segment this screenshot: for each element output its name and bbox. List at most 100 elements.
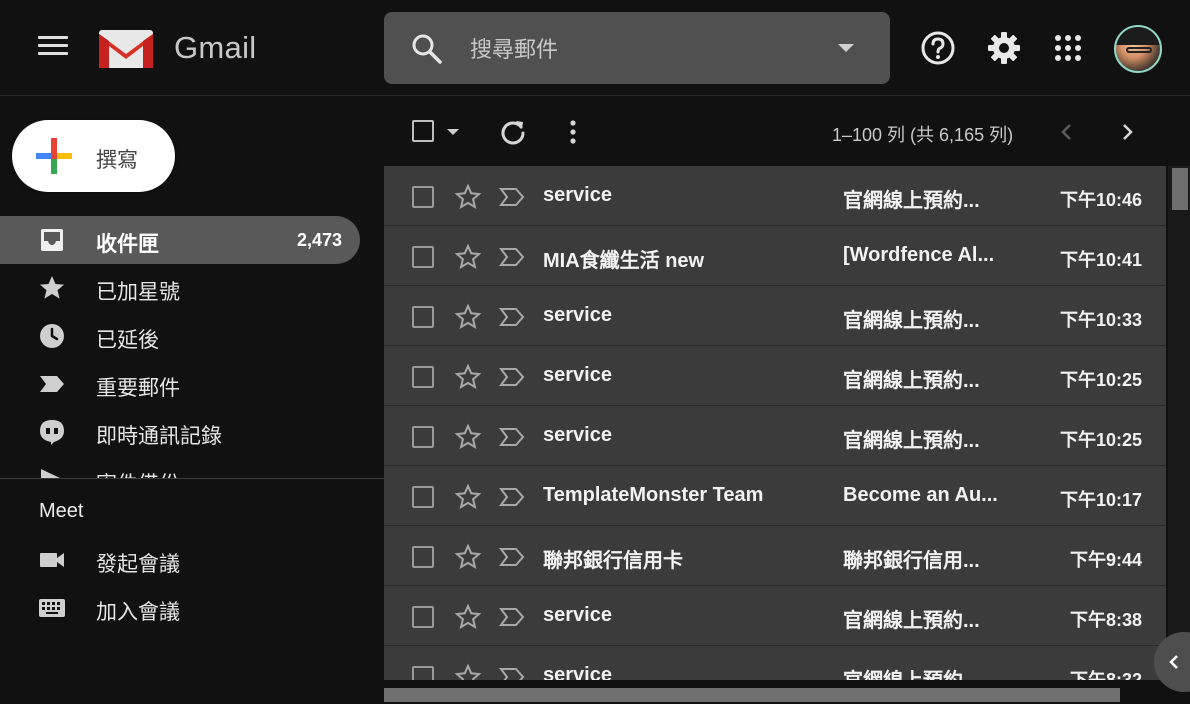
email-subject: 官網線上預約...: [843, 430, 980, 452]
apps-grid-icon[interactable]: [1050, 30, 1086, 66]
star-outline-icon[interactable]: [454, 483, 482, 511]
email-subject: [Wordfence Al...: [843, 244, 995, 266]
importance-marker-icon[interactable]: [499, 186, 525, 208]
email-time: 下午10:25: [1059, 370, 1142, 390]
sidebar-item-chats[interactable]: 即時通訊記錄: [0, 408, 360, 456]
sidebar-item-important[interactable]: 重要郵件: [0, 360, 360, 408]
email-row[interactable]: service 官網線上預約... 下午8:38: [384, 586, 1166, 646]
select-all-checkbox[interactable]: [412, 120, 434, 142]
row-checkbox[interactable]: [412, 666, 434, 680]
help-icon[interactable]: [920, 30, 956, 66]
email-row[interactable]: service 官網線上預約... 下午8:32: [384, 646, 1166, 680]
email-sender: MIA食纖生活 new: [543, 250, 705, 272]
search-input[interactable]: [470, 33, 810, 67]
compose-label: 撰寫: [96, 149, 138, 172]
row-checkbox[interactable]: [412, 246, 434, 268]
email-time: 下午8:38: [1069, 610, 1142, 630]
meet-item-new-meeting[interactable]: 發起會議: [0, 536, 360, 584]
sidebar-item-snoozed[interactable]: 已延後: [0, 312, 360, 360]
star-outline-icon[interactable]: [454, 663, 482, 680]
email-time: 下午9:44: [1069, 550, 1142, 570]
account-avatar[interactable]: [1114, 25, 1162, 73]
search-icon[interactable]: [410, 32, 444, 66]
star-outline-icon[interactable]: [454, 603, 482, 631]
sidebar-item-label: 收件匣: [96, 233, 159, 256]
row-checkbox[interactable]: [412, 366, 434, 388]
importance-marker-icon[interactable]: [499, 246, 525, 268]
vertical-scrollbar[interactable]: [1168, 166, 1190, 680]
sidebar-item-label: 已加星號: [96, 281, 180, 304]
star-outline-icon[interactable]: [454, 543, 482, 571]
importance-marker-icon[interactable]: [499, 306, 525, 328]
row-checkbox[interactable]: [412, 606, 434, 628]
meet-item-join-meeting[interactable]: 加入會議: [0, 584, 360, 632]
select-options-chevron-down-icon[interactable]: [447, 129, 459, 135]
main-menu-icon[interactable]: [38, 36, 70, 60]
row-checkbox[interactable]: [412, 546, 434, 568]
star-outline-icon[interactable]: [454, 183, 482, 211]
email-time: 下午10:46: [1059, 190, 1142, 210]
star-outline-icon[interactable]: [454, 423, 482, 451]
horizontal-scrollbar-thumb[interactable]: [384, 688, 1120, 702]
email-row[interactable]: 聯邦銀行信用卡 聯邦銀行信用... 下午9:44: [384, 526, 1166, 586]
email-time: 下午10:41: [1059, 250, 1142, 270]
email-time: 下午8:32: [1069, 670, 1142, 680]
sidebar-nav: 收件匣 2,473 已加星號 已延後 重要郵件 即時通訊記錄: [0, 216, 384, 478]
row-checkbox[interactable]: [412, 186, 434, 208]
importance-marker-icon[interactable]: [499, 486, 525, 508]
email-sender: service: [543, 304, 612, 326]
compose-button[interactable]: 撰寫: [12, 120, 175, 192]
star-outline-icon[interactable]: [454, 303, 482, 331]
email-row[interactable]: MIA食纖生活 new [Wordfence Al... 下午10:41: [384, 226, 1166, 286]
star-icon: [40, 276, 64, 299]
more-options-icon[interactable]: [559, 118, 587, 146]
clock-icon: [40, 324, 64, 348]
email-row[interactable]: service 官網線上預約... 下午10:25: [384, 346, 1166, 406]
email-sender: service: [543, 424, 612, 446]
gmail-app: Gmail 搜尋郵件 撰寫 收件匣 2,473 已加星號 已延後 重要郵件 即時…: [0, 0, 1190, 704]
email-subject: 官網線上預約...: [843, 190, 980, 212]
sidebar-item-starred[interactable]: 已加星號: [0, 264, 360, 312]
email-subject: 聯邦銀行信用...: [843, 550, 980, 572]
video-camera-icon: [40, 553, 64, 567]
sidebar-item-sent[interactable]: 寄件備份: [0, 456, 360, 478]
older-chevron-right-icon[interactable]: [1113, 118, 1141, 146]
email-row[interactable]: service 官網線上預約... 下午10:25: [384, 406, 1166, 466]
importance-marker-icon[interactable]: [499, 606, 525, 628]
important-icon: [40, 376, 64, 392]
email-sender: service: [543, 364, 612, 386]
importance-marker-icon[interactable]: [499, 546, 525, 568]
chat-icon: [40, 420, 64, 445]
search-options-chevron-down-icon[interactable]: [838, 44, 854, 52]
row-checkbox[interactable]: [412, 426, 434, 448]
newer-chevron-left-icon[interactable]: [1053, 118, 1081, 146]
importance-marker-icon[interactable]: [499, 666, 525, 680]
email-sender: service: [543, 184, 612, 206]
inbox-icon: [41, 229, 63, 251]
gmail-brand-text: Gmail: [174, 30, 257, 65]
email-row[interactable]: service 官網線上預約... 下午10:33: [384, 286, 1166, 346]
email-row[interactable]: service 官網線上預約... 下午10:46: [384, 166, 1166, 226]
row-checkbox[interactable]: [412, 486, 434, 508]
sidebar-divider: [0, 478, 384, 479]
star-outline-icon[interactable]: [454, 363, 482, 391]
importance-marker-icon[interactable]: [499, 366, 525, 388]
refresh-icon[interactable]: [499, 118, 527, 146]
email-sender: TemplateMonster Team: [543, 484, 764, 506]
gmail-logo-icon[interactable]: [97, 26, 155, 70]
importance-marker-icon[interactable]: [499, 426, 525, 448]
meet-item-label: 加入會議: [96, 601, 180, 624]
pagination-range: 1–100 列 (共 6,165 列): [832, 125, 1014, 145]
sidebar-item-label: 已延後: [96, 329, 159, 352]
email-subject: Become an Au...: [843, 484, 998, 506]
vertical-scrollbar-thumb[interactable]: [1172, 168, 1188, 210]
chevron-left-icon: [1169, 655, 1178, 669]
email-time: 下午10:17: [1059, 490, 1142, 510]
email-row[interactable]: TemplateMonster Team Become an Au... 下午1…: [384, 466, 1166, 526]
row-checkbox[interactable]: [412, 306, 434, 328]
email-subject: 官網線上預約...: [843, 310, 980, 332]
settings-gear-icon[interactable]: [986, 30, 1022, 66]
sidebar-item-inbox[interactable]: 收件匣 2,473: [0, 216, 360, 264]
star-outline-icon[interactable]: [454, 243, 482, 271]
meet-item-label: 發起會議: [96, 553, 180, 576]
